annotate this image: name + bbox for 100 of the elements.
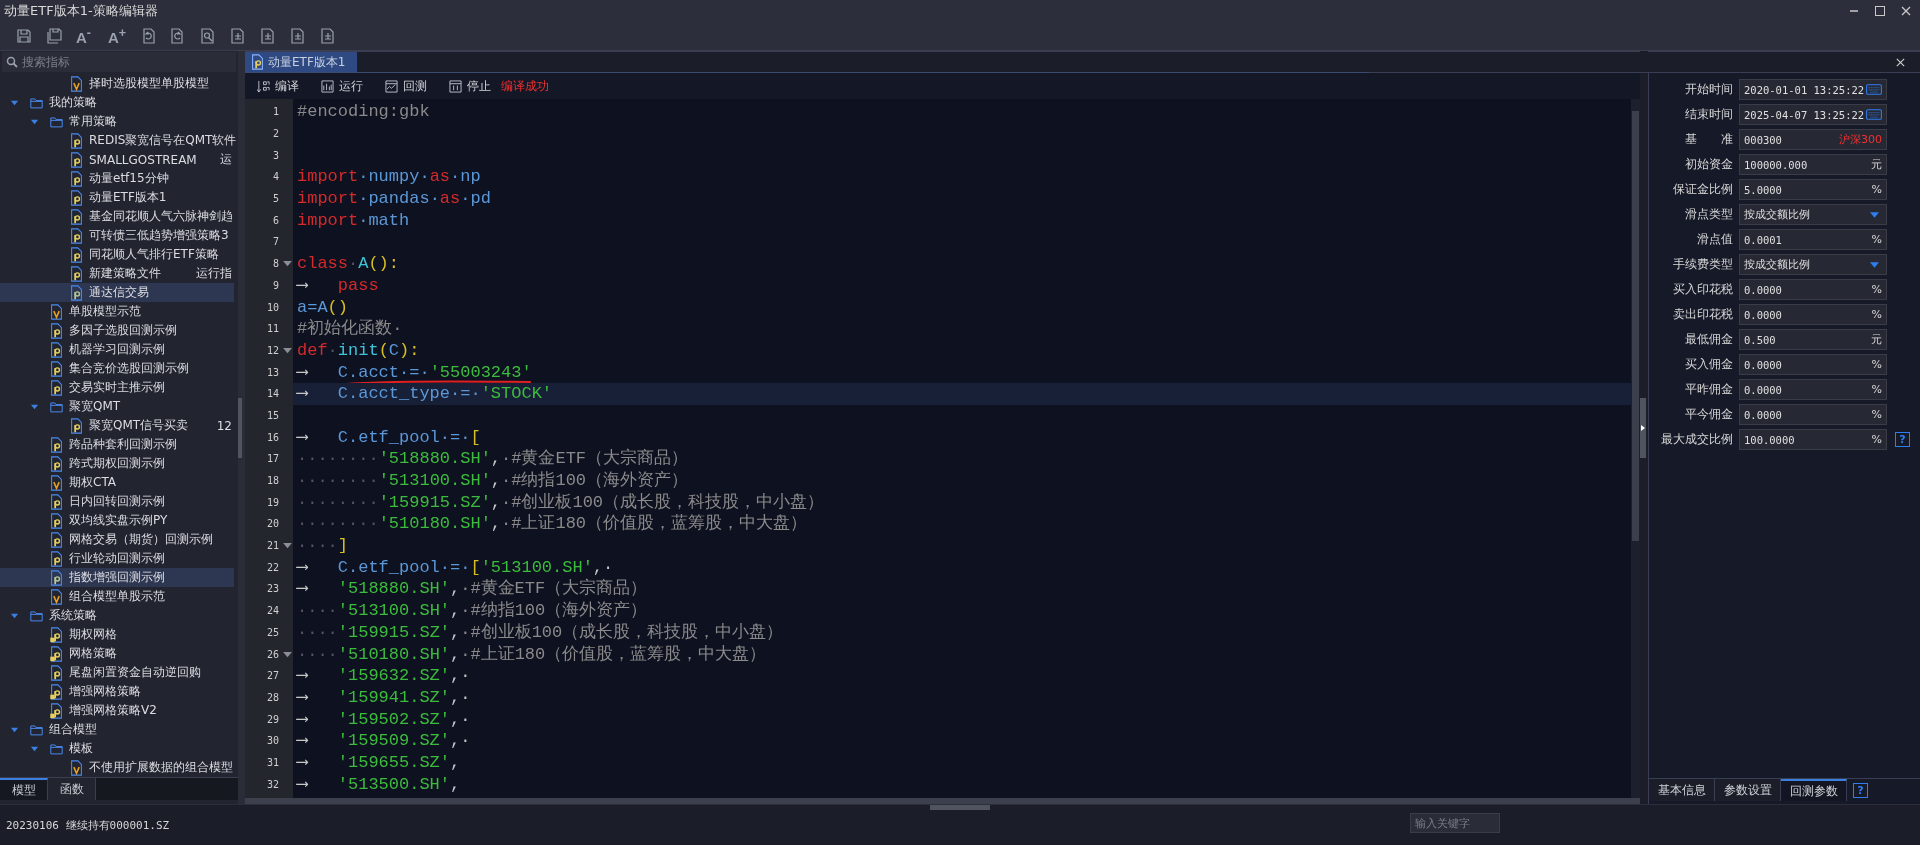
tree-item[interactable]: 尾盘闲置资金自动逆回购 [0,663,234,682]
keyboard-icon[interactable] [1866,84,1882,95]
tree-item[interactable]: 组合模型 [0,720,234,739]
line-number: 19 [266,496,279,508]
document-icon[interactable] [320,28,336,44]
tree-item[interactable]: 模板 [0,739,234,758]
input-field[interactable]: 0.0000 % [1739,379,1887,400]
sidebar-tab[interactable]: 模型 [0,778,48,800]
caret-icon[interactable] [30,117,39,126]
tree-item[interactable]: 集合竞价选股回测示例 [0,359,234,378]
input-field[interactable]: 2025-04-07 13:25:22 [1739,104,1887,125]
undo-document-icon[interactable] [140,28,156,44]
tree-item[interactable]: 单股模型示范 [0,302,234,321]
input-field[interactable]: 0.0000 % [1739,279,1887,300]
tree-item[interactable]: 通达信交易 [0,283,234,302]
tree-item[interactable]: 日内回转回测示例 [0,492,234,511]
tree-item[interactable]: 择时选股模型单股模型 [0,74,234,93]
toolbar-button[interactable]: 运行 [321,77,363,95]
tree-item[interactable]: 跨品种套利回测示例 [0,435,234,454]
tree-item[interactable]: SMALLGOSTREAM 运 [0,150,234,169]
tree-item[interactable]: 增强网格策略 [0,682,234,701]
input-field[interactable]: 5.0000 % [1739,179,1887,200]
toolbar-button[interactable]: 停止 [449,77,491,95]
search-field[interactable]: 搜索指标 [2,52,236,72]
splitter-handle[interactable] [238,397,242,458]
tree-item[interactable]: 聚宽QMT信号买卖 12 [0,416,234,435]
help-button[interactable]: ? [1895,432,1910,447]
tree-item[interactable]: 可转债三低趋势增强策略3 [0,226,234,245]
tree-item[interactable]: 新建策略文件 运行指 [0,264,234,283]
font-size-button[interactable]: A$^{-}$ [76,26,94,46]
caret-icon[interactable] [10,725,19,734]
tree-item[interactable]: 机器学习回测示例 [0,340,234,359]
keyword-field[interactable]: 输入关键字 [1410,813,1500,833]
input-field[interactable]: 0.0000 % [1739,354,1887,375]
input-field[interactable]: 0.0000 % [1739,404,1887,425]
fold-icon[interactable] [283,542,292,550]
document-icon[interactable] [290,28,306,44]
tree-item[interactable]: 动量etf15分钟 [0,169,234,188]
tree-item[interactable]: 期权网格 [0,625,234,644]
splitter-handle[interactable] [1640,397,1646,458]
tree-item[interactable]: 跨式期权回测示例 [0,454,234,473]
fold-icon[interactable] [283,260,292,268]
tree-item[interactable]: 网格策略 [0,644,234,663]
close-icon[interactable] [1895,56,1906,68]
splitter-handle[interactable] [930,805,990,810]
sidebar-tab[interactable]: 函数 [48,778,96,800]
document-icon[interactable] [260,28,276,44]
toolbar-button[interactable]: 编译 [257,77,299,95]
tree-item[interactable]: 期权CTA [0,473,234,492]
document-icon[interactable] [230,28,246,44]
tree-item[interactable]: REDIS聚宽信号在QMT软件 [0,131,234,150]
redo-document-icon[interactable] [170,28,186,44]
tree-item[interactable]: 聚宽QMT [0,397,234,416]
caret-icon[interactable] [10,98,19,107]
tree-item[interactable]: 不使用扩展数据的组合模型 [0,758,234,777]
panel-tab[interactable]: 回测参数 [1781,779,1847,801]
input-field[interactable]: 000300 沪深300 [1739,129,1887,150]
editor-tab[interactable]: 动量ETF版本1 [245,52,358,72]
tree-item[interactable]: 网格交易（期货）回测示例 [0,530,234,549]
dropdown[interactable]: 按成交额比例 [1739,204,1887,225]
help-button[interactable]: ? [1853,782,1868,798]
input-field[interactable]: 0.0001 % [1739,229,1887,250]
status-message: 20230106 继续持有000001.SZ [5,817,170,833]
tree-item[interactable]: 增强网格策略V2 [0,701,234,720]
input-field[interactable]: 100.0000 % [1739,429,1887,450]
maximize-icon[interactable] [1874,5,1886,17]
tree-item[interactable]: 交易实时主推示例 [0,378,234,397]
file-icon [50,341,63,358]
input-field[interactable]: 0.500 元 [1739,329,1887,350]
tree-item[interactable]: 多因子选股回测示例 [0,321,234,340]
search-document-icon[interactable] [200,28,216,44]
caret-icon[interactable] [10,611,19,620]
input-field[interactable]: 2020-01-01 13:25:22 [1739,79,1887,100]
fold-icon[interactable] [283,650,292,658]
caret-icon[interactable] [30,402,39,411]
save-icon[interactable] [16,28,32,44]
save-all-icon[interactable] [46,28,62,44]
code-line: ⟶ '159509.SZ',· [297,730,471,752]
tree-item[interactable]: 基金同花顺人气六脉神剑趋 [0,207,234,226]
tree-item[interactable]: 常用策略 [0,112,234,131]
tree-item[interactable]: 系统策略 [0,606,234,625]
fold-icon[interactable] [283,346,292,354]
input-field[interactable]: 0.0000 % [1739,304,1887,325]
tree-item[interactable]: 动量ETF版本1 [0,188,234,207]
scrollbar-thumb[interactable] [1632,111,1639,541]
input-field[interactable]: 100000.000 元 [1739,154,1887,175]
toolbar-button[interactable]: 回测 [385,77,427,95]
close-icon[interactable] [1900,5,1912,17]
tree-item[interactable]: 同花顺人气排行ETF策略 [0,245,234,264]
panel-tab[interactable]: 参数设置 [1715,779,1781,801]
tree-item[interactable]: 行业轮动回测示例 [0,549,234,568]
tree-item[interactable]: 组合模型单股示范 [0,587,234,606]
tree-item[interactable]: 双均线实盘示例PY [0,511,234,530]
caret-icon[interactable] [30,744,39,753]
font-size-button[interactable]: A$^{+}$ [108,26,126,46]
panel-tab[interactable]: 基本信息 [1649,779,1715,801]
keyboard-icon[interactable] [1866,109,1882,120]
tree-item[interactable]: 我的策略 [0,93,234,112]
dropdown[interactable]: 按成交额比例 [1739,254,1887,275]
tree-item[interactable]: 指数增强回测示例 [0,568,234,587]
